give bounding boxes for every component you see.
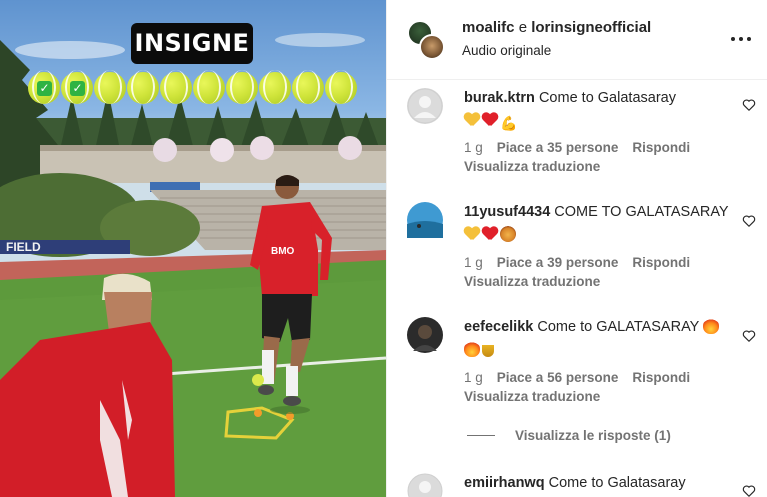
red-heart-icon: [482, 226, 498, 242]
comment-message: Come to Galatasaray: [548, 475, 686, 491]
lion-face-icon: [500, 226, 516, 242]
view-replies-label: Visualizza le risposte (1): [515, 428, 671, 443]
reply-button[interactable]: Rispondi: [632, 370, 690, 385]
comment-text: eefecelikk Come to GALATASARAY: [464, 316, 729, 362]
post-authors: moalifc e lorinsigneofficial: [462, 19, 651, 36]
tennis-ball-icon: ✓: [61, 70, 93, 104]
comment-text: burak.ktrn Come to Galatasaray 💪: [464, 87, 729, 133]
avatar-lorinsigneofficial[interactable]: [419, 34, 445, 60]
tennis-ball-icon: [259, 70, 291, 104]
dot-icon: [739, 37, 743, 41]
author-conjunction: e: [518, 19, 528, 36]
more-options-button[interactable]: [731, 30, 751, 48]
tennis-ball-icon: [127, 70, 159, 104]
fire-icon: [464, 341, 480, 357]
comment-username[interactable]: eefecelikk: [464, 319, 533, 335]
comment-likes[interactable]: Piace a 56 persone: [497, 370, 619, 385]
commenter-avatar[interactable]: [407, 317, 443, 353]
comment-username[interactable]: 11yusuf4434: [464, 204, 550, 220]
author-link-1[interactable]: moalifc: [462, 19, 515, 36]
jersey-sponsor: BMO: [271, 246, 295, 257]
commenter-avatar[interactable]: [407, 88, 443, 124]
comments-panel: moalifc e lorinsigneofficial Audio origi…: [386, 0, 767, 497]
tennis-ball-icon: [160, 70, 192, 104]
avatar-image: [407, 202, 443, 238]
audio-link[interactable]: Audio originale: [462, 43, 551, 58]
comment-time[interactable]: 1 g: [464, 140, 483, 155]
default-user-icon: [407, 473, 443, 497]
comment-message: Come to GALATASARAY: [537, 319, 700, 335]
video-caption: INSIGNE: [131, 23, 253, 64]
heart-outline-icon[interactable]: [742, 98, 756, 112]
comment-message: COME TO GALATASARAY: [554, 204, 729, 220]
comment-meta: 1 g Piace a 35 persone Rispondi: [464, 140, 690, 155]
post-header: moalifc e lorinsigneofficial Audio origi…: [387, 0, 767, 80]
heart-outline-icon[interactable]: [742, 329, 756, 343]
commenter-avatar[interactable]: [407, 202, 443, 238]
flexed-biceps-icon: 💪: [500, 115, 518, 131]
reply-button[interactable]: Rispondi: [632, 255, 690, 270]
heart-outline-icon[interactable]: [742, 214, 756, 228]
default-user-icon: [407, 88, 443, 124]
comment-meta: 1 g Piace a 56 persone Rispondi: [464, 370, 690, 385]
comment-meta: 1 g Piace a 39 persone Rispondi: [464, 255, 690, 270]
author-link-2[interactable]: lorinsigneofficial: [531, 19, 651, 36]
comment-likes[interactable]: Piace a 39 persone: [497, 255, 619, 270]
tennis-ball-counter: ✓ ✓: [28, 70, 357, 104]
check-mark-icon: ✓: [70, 81, 85, 96]
tennis-ball-icon: [193, 70, 225, 104]
comment-likes[interactable]: Piace a 35 persone: [497, 140, 619, 155]
red-heart-icon: [482, 112, 498, 128]
view-replies-button[interactable]: Visualizza le risposte (1): [467, 428, 671, 443]
yellow-heart-icon: [464, 112, 480, 128]
comment-text: emiirhanwq Come to Galatasaray: [464, 472, 729, 495]
comment-message: Come to Galatasaray: [538, 90, 676, 106]
see-translation-link[interactable]: Visualizza traduzione: [464, 389, 600, 404]
tennis-ball-icon: [325, 70, 357, 104]
comment-text: 11yusuf4434 COME TO GALATASARAY: [464, 201, 729, 247]
see-translation-link[interactable]: Visualizza traduzione: [464, 274, 600, 289]
tennis-ball-icon: [226, 70, 258, 104]
trophy-icon: [482, 345, 494, 357]
tennis-ball-icon: ✓: [28, 70, 60, 104]
reply-button[interactable]: Rispondi: [632, 140, 690, 155]
comment-time[interactable]: 1 g: [464, 255, 483, 270]
see-translation-link[interactable]: Visualizza traduzione: [464, 159, 600, 174]
check-mark-icon: ✓: [37, 81, 52, 96]
dot-icon: [731, 37, 735, 41]
avatar-image: [407, 317, 443, 353]
comment-username[interactable]: emiirhanwq: [464, 475, 545, 491]
yellow-heart-icon: [464, 226, 480, 242]
commenter-avatar[interactable]: [407, 473, 443, 497]
tennis-ball-icon: [94, 70, 126, 104]
video-player[interactable]: FIELD BMO INSIGNE ✓ ✓: [0, 0, 386, 497]
fire-icon: [703, 318, 720, 334]
field-sign: FIELD: [6, 240, 41, 254]
collab-avatars[interactable]: [407, 20, 445, 60]
tennis-ball-icon: [292, 70, 324, 104]
dot-icon: [747, 37, 751, 41]
comment-time[interactable]: 1 g: [464, 370, 483, 385]
replies-divider: [467, 435, 495, 436]
comment-username[interactable]: burak.ktrn: [464, 90, 535, 106]
heart-outline-icon[interactable]: [742, 484, 756, 497]
